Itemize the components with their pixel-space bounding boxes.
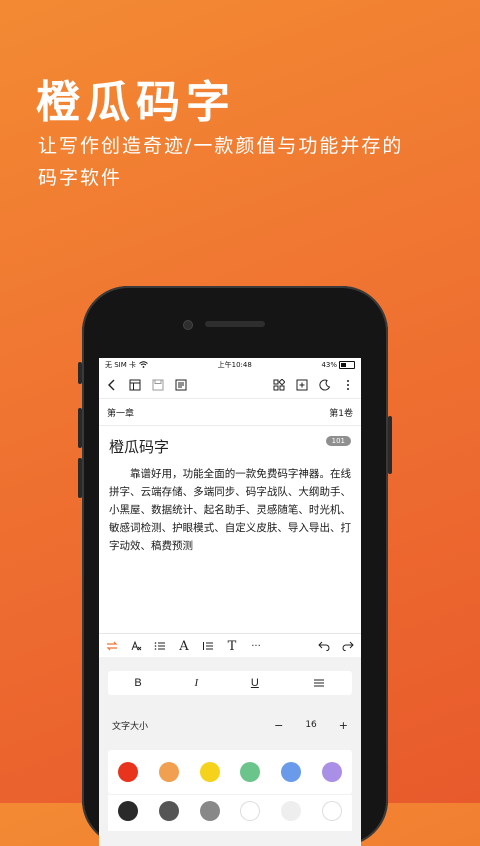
volume-down-button bbox=[78, 458, 82, 498]
numbered-list-icon[interactable] bbox=[201, 639, 215, 653]
italic-button[interactable]: I bbox=[194, 677, 198, 689]
promo-tagline: 让写作创造奇迹/一款颜值与功能并存的码字软件 bbox=[38, 135, 404, 189]
underline-button[interactable]: U bbox=[251, 677, 259, 689]
phone-frame: 无 SIM 卡 上午10:48 43% 第一章 第1卷 橙瓜码字 101 靠谱好… bbox=[78, 286, 392, 846]
power-button bbox=[388, 416, 392, 474]
volume-name[interactable]: 第1卷 bbox=[329, 406, 353, 419]
color-swatch[interactable] bbox=[199, 762, 220, 782]
more-format-button[interactable]: ··· bbox=[249, 639, 263, 653]
document-body[interactable]: 靠谱好用，功能全面的一款免费码字神器。在线拼字、云端存储、多端同步、码字战队、大… bbox=[109, 465, 351, 555]
wifi-icon bbox=[139, 360, 148, 370]
editor-toolbar bbox=[99, 372, 361, 399]
font-size-decrease[interactable]: − bbox=[274, 719, 283, 732]
font-button[interactable]: A bbox=[177, 639, 191, 654]
mute-switch bbox=[78, 362, 82, 384]
undo-icon[interactable] bbox=[317, 639, 331, 653]
color-swatch[interactable] bbox=[158, 762, 179, 782]
font-size-row: 文字大小 − 16 + bbox=[108, 713, 352, 737]
status-bar: 无 SIM 卡 上午10:48 43% bbox=[99, 358, 361, 372]
list-icon[interactable] bbox=[153, 639, 167, 653]
text-style-row: B I U bbox=[108, 671, 352, 695]
color-swatch[interactable] bbox=[158, 801, 179, 821]
format-bar: A T ··· bbox=[99, 633, 361, 659]
clock: 上午10:48 bbox=[217, 361, 252, 369]
color-swatch[interactable] bbox=[280, 762, 301, 782]
battery-indicator: 43% bbox=[321, 361, 355, 369]
save-icon[interactable] bbox=[151, 378, 165, 392]
battery-percent: 43% bbox=[321, 361, 337, 369]
color-swatch[interactable] bbox=[118, 801, 139, 821]
color-swatch[interactable] bbox=[321, 801, 342, 821]
battery-icon bbox=[339, 361, 355, 369]
color-palette bbox=[108, 750, 352, 794]
format-panel: B I U 文字大小 − 16 + bbox=[99, 657, 361, 846]
color-palette-row2 bbox=[108, 795, 352, 831]
notes-icon[interactable] bbox=[174, 378, 188, 392]
font-size-value: 16 bbox=[305, 720, 317, 730]
font-size-increase[interactable]: + bbox=[339, 719, 348, 732]
promo-headline: 橙瓜码字 bbox=[36, 77, 236, 128]
document-area[interactable]: 橙瓜码字 101 靠谱好用，功能全面的一款免费码字神器。在线拼字、云端存储、多端… bbox=[99, 426, 361, 555]
clear-format-icon[interactable] bbox=[129, 639, 143, 653]
grid-icon[interactable] bbox=[272, 378, 286, 392]
bold-button[interactable]: B bbox=[134, 677, 141, 689]
color-swatch[interactable] bbox=[321, 762, 342, 782]
document-title[interactable]: 橙瓜码字 bbox=[109, 436, 351, 457]
chapter-row: 第一章 第1卷 bbox=[99, 399, 361, 426]
color-swatch[interactable] bbox=[280, 801, 301, 821]
earpiece-speaker bbox=[205, 321, 265, 327]
carrier-label: 无 SIM 卡 bbox=[105, 361, 136, 369]
redo-icon[interactable] bbox=[341, 639, 355, 653]
word-count-badge: 101 bbox=[325, 436, 351, 446]
app-screen: 无 SIM 卡 上午10:48 43% 第一章 第1卷 橙瓜码字 101 靠谱好… bbox=[99, 358, 361, 846]
color-swatch[interactable] bbox=[199, 801, 220, 821]
chapter-name[interactable]: 第一章 bbox=[107, 406, 134, 419]
add-box-icon[interactable] bbox=[295, 378, 309, 392]
front-camera bbox=[183, 320, 193, 330]
swap-icon[interactable] bbox=[105, 639, 119, 653]
volume-up-button bbox=[78, 408, 82, 448]
night-mode-icon[interactable] bbox=[318, 378, 332, 392]
title-button[interactable]: T bbox=[225, 639, 239, 654]
strikethrough-icon[interactable] bbox=[312, 676, 326, 690]
more-vertical-icon[interactable] bbox=[341, 378, 355, 392]
battery-fill bbox=[341, 363, 347, 367]
font-size-label: 文字大小 bbox=[112, 721, 149, 732]
layout-icon[interactable] bbox=[128, 378, 142, 392]
color-swatch[interactable] bbox=[118, 762, 139, 782]
color-swatch[interactable] bbox=[240, 801, 261, 821]
back-icon[interactable] bbox=[105, 378, 119, 392]
color-swatch[interactable] bbox=[240, 762, 261, 782]
